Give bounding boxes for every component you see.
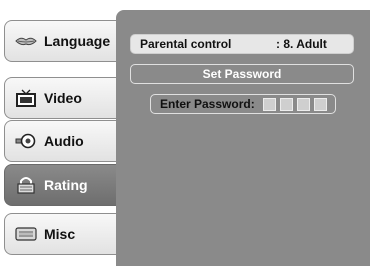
tab-rating[interactable]: Rating: [4, 164, 116, 206]
set-password-button[interactable]: Set Password: [130, 64, 354, 84]
tab-language[interactable]: Language: [4, 20, 116, 62]
speaker-icon: [15, 132, 37, 150]
tab-video[interactable]: Video: [4, 77, 116, 119]
enter-password-field[interactable]: Enter Password:: [150, 94, 336, 114]
tab-audio[interactable]: Audio: [4, 120, 116, 162]
tab-misc-label: Misc: [44, 226, 76, 242]
parental-control-row[interactable]: Parental control : 8. Adult: [130, 34, 354, 54]
tab-audio-label: Audio: [44, 133, 84, 149]
tab-language-label: Language: [44, 33, 111, 49]
password-slot: [279, 97, 293, 111]
enter-password-label: Enter Password:: [160, 97, 255, 111]
parental-control-value: : 8. Adult: [276, 37, 327, 51]
tab-misc[interactable]: Misc: [4, 213, 116, 255]
parental-control-label: Parental control: [140, 37, 232, 51]
password-slot: [262, 97, 276, 111]
tv-icon: [15, 89, 37, 107]
lock-icon: [15, 176, 37, 194]
tab-rating-label: Rating: [44, 177, 88, 193]
keyboard-icon: [15, 225, 37, 243]
password-slot: [296, 97, 310, 111]
password-slot: [313, 97, 327, 111]
setup-menu: Language Video Audio Rating Misc Parenta…: [0, 0, 370, 266]
password-slots: [262, 97, 327, 111]
rating-settings-panel: Parental control : 8. Adult Set Password…: [116, 10, 370, 266]
set-password-label: Set Password: [202, 67, 282, 81]
tab-video-label: Video: [44, 90, 82, 106]
lips-icon: [15, 32, 37, 50]
